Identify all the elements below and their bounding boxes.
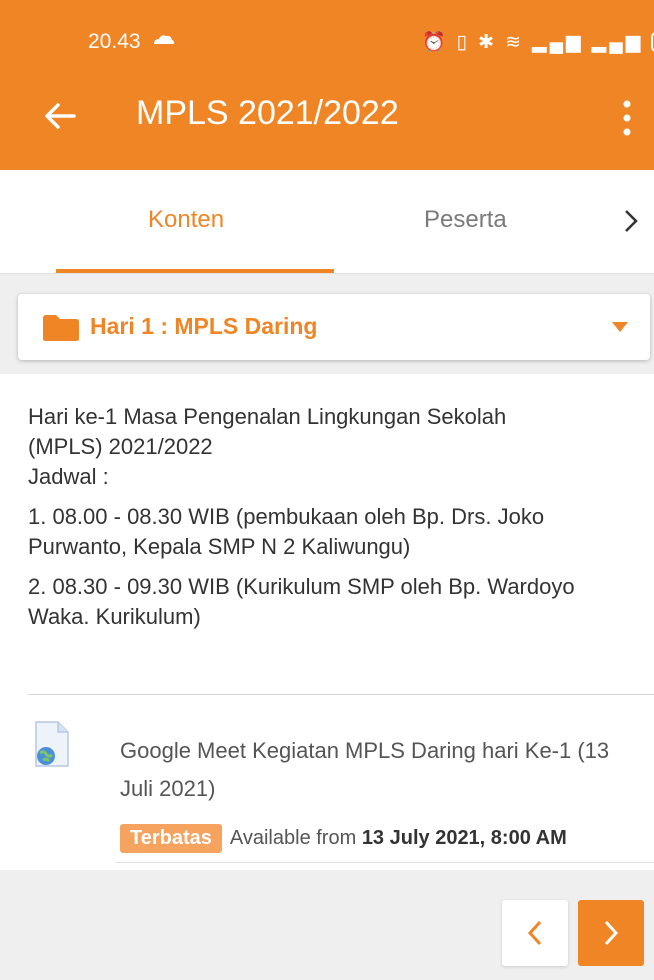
more-vert-icon[interactable]	[620, 98, 634, 138]
chevron-right-icon[interactable]	[622, 208, 640, 234]
availability-date: 13 July 2021, 8:00 AM	[361, 827, 567, 849]
app-bar: MPLS 2021/2022	[0, 66, 654, 170]
divider	[116, 862, 654, 863]
back-arrow-icon[interactable]	[40, 96, 80, 136]
divider	[28, 694, 654, 695]
tab-bar: Konten Peserta	[0, 170, 654, 274]
next-button[interactable]	[578, 900, 644, 966]
chevron-left-icon	[527, 920, 542, 946]
bluetooth-icon: ✱	[478, 31, 498, 53]
chevron-right-icon	[604, 920, 619, 946]
status-time: 20.43	[88, 30, 141, 53]
tab-konten[interactable]: Konten	[148, 206, 224, 234]
status-icons: ⏰ ▯ ✱ ≋ ▂▄▆ ▂▄▆ 77	[422, 30, 654, 54]
signal-icon: ▂▄▆	[531, 31, 584, 53]
section-dropdown[interactable]: Hari 1 : MPLS Daring	[18, 294, 650, 360]
content-area: Hari ke-1 Masa Pengenalan Lingkungan Sek…	[0, 374, 654, 870]
summary-intro: Hari ke-1 Masa Pengenalan Lingkungan Sek…	[28, 402, 638, 492]
alarm-icon: ⏰	[422, 32, 449, 53]
signal-icon: ▂▄▆	[591, 31, 644, 53]
activity-item[interactable]: Google Meet Kegiatan MPLS Daring hari Ke…	[0, 696, 654, 868]
wifi-icon: ≋	[505, 31, 524, 53]
status-bar: 20.43 ⏰ ▯ ✱ ≋ ▂▄▆ ▂▄▆ 77	[0, 0, 654, 66]
summary-schedule-label: Jadwal :	[28, 464, 109, 489]
cloud-icon	[154, 35, 175, 44]
activity-title[interactable]: Google Meet Kegiatan MPLS Daring hari Ke…	[120, 732, 646, 808]
schedule-item: 2. 08.30 - 09.30 WIB (Kurikulum SMP oleh…	[28, 574, 575, 629]
footer-nav	[0, 870, 654, 980]
folder-icon	[43, 315, 79, 341]
url-file-icon	[35, 721, 69, 767]
status-badge: Terbatas	[120, 824, 222, 853]
summary-intro-line: Hari ke-1 Masa Pengenalan Lingkungan Sek…	[28, 404, 507, 429]
summary-intro-line: (MPLS) 2021/2022	[28, 434, 213, 459]
tab-peserta[interactable]: Peserta	[424, 206, 507, 234]
tab-indicator	[56, 269, 334, 273]
caret-down-icon	[612, 322, 628, 332]
section-label: Hari 1 : MPLS Daring	[90, 313, 318, 339]
section-summary: Hari ke-1 Masa Pengenalan Lingkungan Sek…	[28, 402, 638, 642]
schedule-item: 1. 08.00 - 08.30 WIB (pembukaan oleh Bp.…	[28, 504, 545, 559]
previous-button[interactable]	[502, 900, 568, 966]
page-title: MPLS 2021/2022	[136, 94, 399, 132]
availability-prefix: Available from	[229, 827, 357, 849]
availability-info: Terbatas Available from 13 July 2021, 8:…	[120, 824, 567, 853]
vibrate-icon: ▯	[456, 31, 471, 53]
